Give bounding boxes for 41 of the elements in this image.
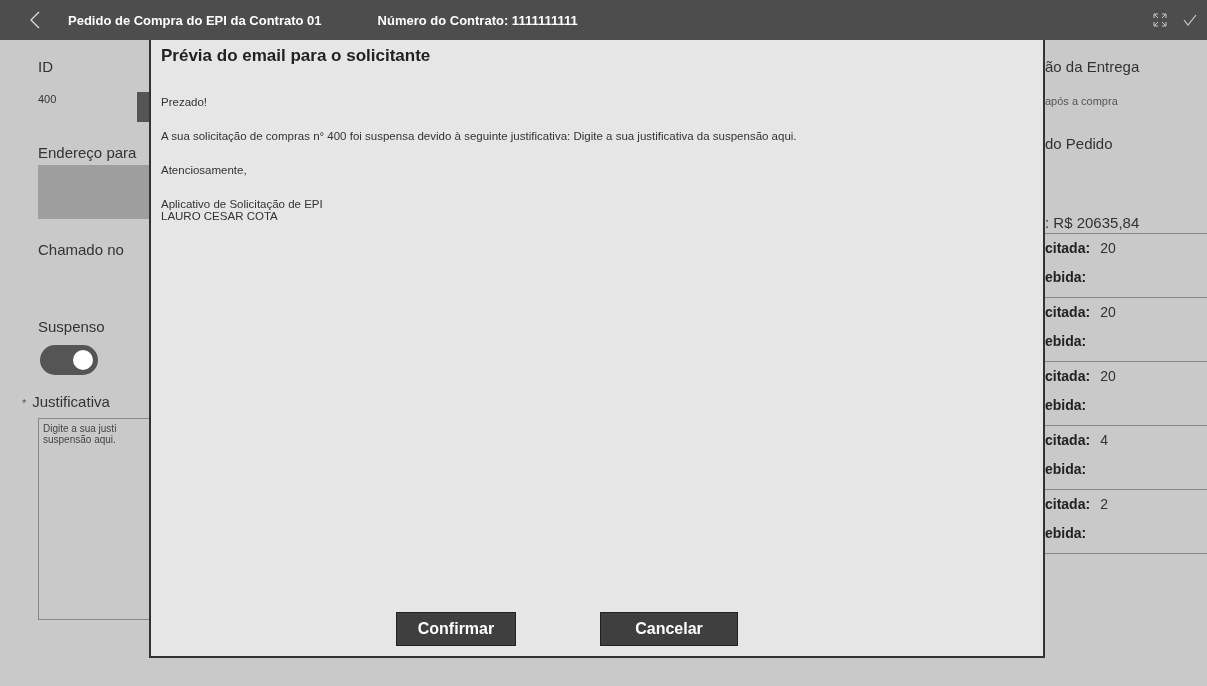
expand-icon[interactable]	[1153, 13, 1167, 27]
field-label: citada:	[1045, 496, 1091, 514]
field-label: citada:	[1045, 368, 1091, 386]
field-label: ão da Entrega	[1045, 58, 1141, 75]
email-text: Atenciosamente,	[161, 164, 248, 176]
field-label: citada:	[1045, 432, 1091, 450]
id-value: 400	[38, 93, 57, 105]
contract-number: Número do Contrato: 1111111111	[377, 12, 578, 28]
email-text: Prezado!	[161, 96, 209, 108]
field-label: ebida:	[1045, 461, 1087, 479]
back-icon[interactable]	[30, 11, 40, 29]
requested-quantity: 2	[1100, 496, 1108, 514]
field-label: citada:	[1045, 304, 1091, 322]
screen-title: Pedido de Compra do EPI da Contrato 01	[68, 12, 322, 28]
field-label: ebida:	[1045, 269, 1087, 287]
email-text: A sua solicitação de compras n° 400 foi suspensa devido à seguinte justificativa: Digite a sua justificativa da suspensão aqui.	[161, 130, 798, 142]
field-label: citada:	[1045, 240, 1091, 258]
field-label: ebida:	[1045, 397, 1087, 415]
confirm-button[interactable]: Confirmar	[396, 612, 516, 646]
check-icon[interactable]	[1183, 14, 1197, 26]
order-total: : R$ 20635,84	[1045, 214, 1207, 234]
field-label: Endereço para	[37, 144, 138, 161]
cancel-button[interactable]: Cancelar	[600, 612, 738, 646]
email-text: Aplicativo de Solicitação de EPI	[161, 198, 324, 210]
requested-quantity: 20	[1100, 304, 1116, 322]
delivery-value: após a compra	[1045, 95, 1119, 107]
suspended-toggle[interactable]	[40, 345, 98, 375]
field-label: Justificativa	[32, 393, 110, 410]
field-label: ebida:	[1045, 333, 1087, 351]
requested-quantity: 4	[1100, 432, 1108, 450]
requested-quantity: 20	[1100, 240, 1116, 258]
field-label: ID	[38, 58, 54, 75]
required-mark: *	[22, 397, 27, 409]
field-label: do Pedido	[1045, 135, 1114, 152]
field-label: Chamado no	[37, 241, 125, 258]
field-label: ebida:	[1045, 525, 1087, 543]
dialog-title: Prévia do email para o solicitante	[161, 46, 432, 66]
address-field[interactable]	[38, 165, 149, 219]
email-text: LAURO CESAR COTA	[161, 210, 279, 222]
field-label: Suspenso	[37, 318, 106, 335]
requested-quantity: 20	[1100, 368, 1116, 386]
